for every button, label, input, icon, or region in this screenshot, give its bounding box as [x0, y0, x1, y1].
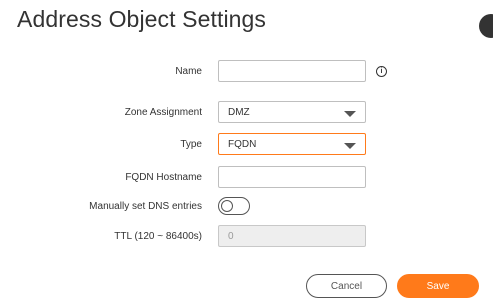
- type-value: FQDN: [228, 139, 257, 150]
- zone-assignment-value: DMZ: [228, 107, 250, 118]
- dialog-title: Address Object Settings: [17, 6, 267, 32]
- manual-dns-label: Manually set DNS entries: [89, 201, 202, 212]
- help-icon[interactable]: [479, 14, 493, 38]
- type-select[interactable]: FQDN: [218, 133, 366, 155]
- chevron-down-icon: [344, 111, 356, 117]
- toggle-knob: [221, 200, 233, 212]
- info-icon[interactable]: i: [376, 66, 387, 77]
- address-object-settings-dialog: Address Object Settings Name i Zone Assi…: [0, 0, 493, 308]
- type-label: Type: [180, 139, 202, 150]
- fqdn-hostname-label: FQDN Hostname: [125, 172, 202, 183]
- manual-dns-toggle[interactable]: [218, 197, 250, 215]
- ttl-value: 0: [228, 231, 234, 242]
- cancel-button[interactable]: Cancel: [306, 274, 387, 298]
- chevron-down-icon: [344, 143, 356, 149]
- zone-assignment-label: Zone Assignment: [124, 107, 202, 118]
- ttl-label: TTL (120 ~ 86400s): [114, 231, 202, 242]
- ttl-input: 0: [218, 225, 366, 247]
- fqdn-hostname-input[interactable]: [218, 166, 366, 188]
- save-button[interactable]: Save: [397, 274, 479, 298]
- name-input[interactable]: [218, 60, 366, 82]
- zone-assignment-select[interactable]: DMZ: [218, 101, 366, 123]
- name-label: Name: [175, 66, 202, 77]
